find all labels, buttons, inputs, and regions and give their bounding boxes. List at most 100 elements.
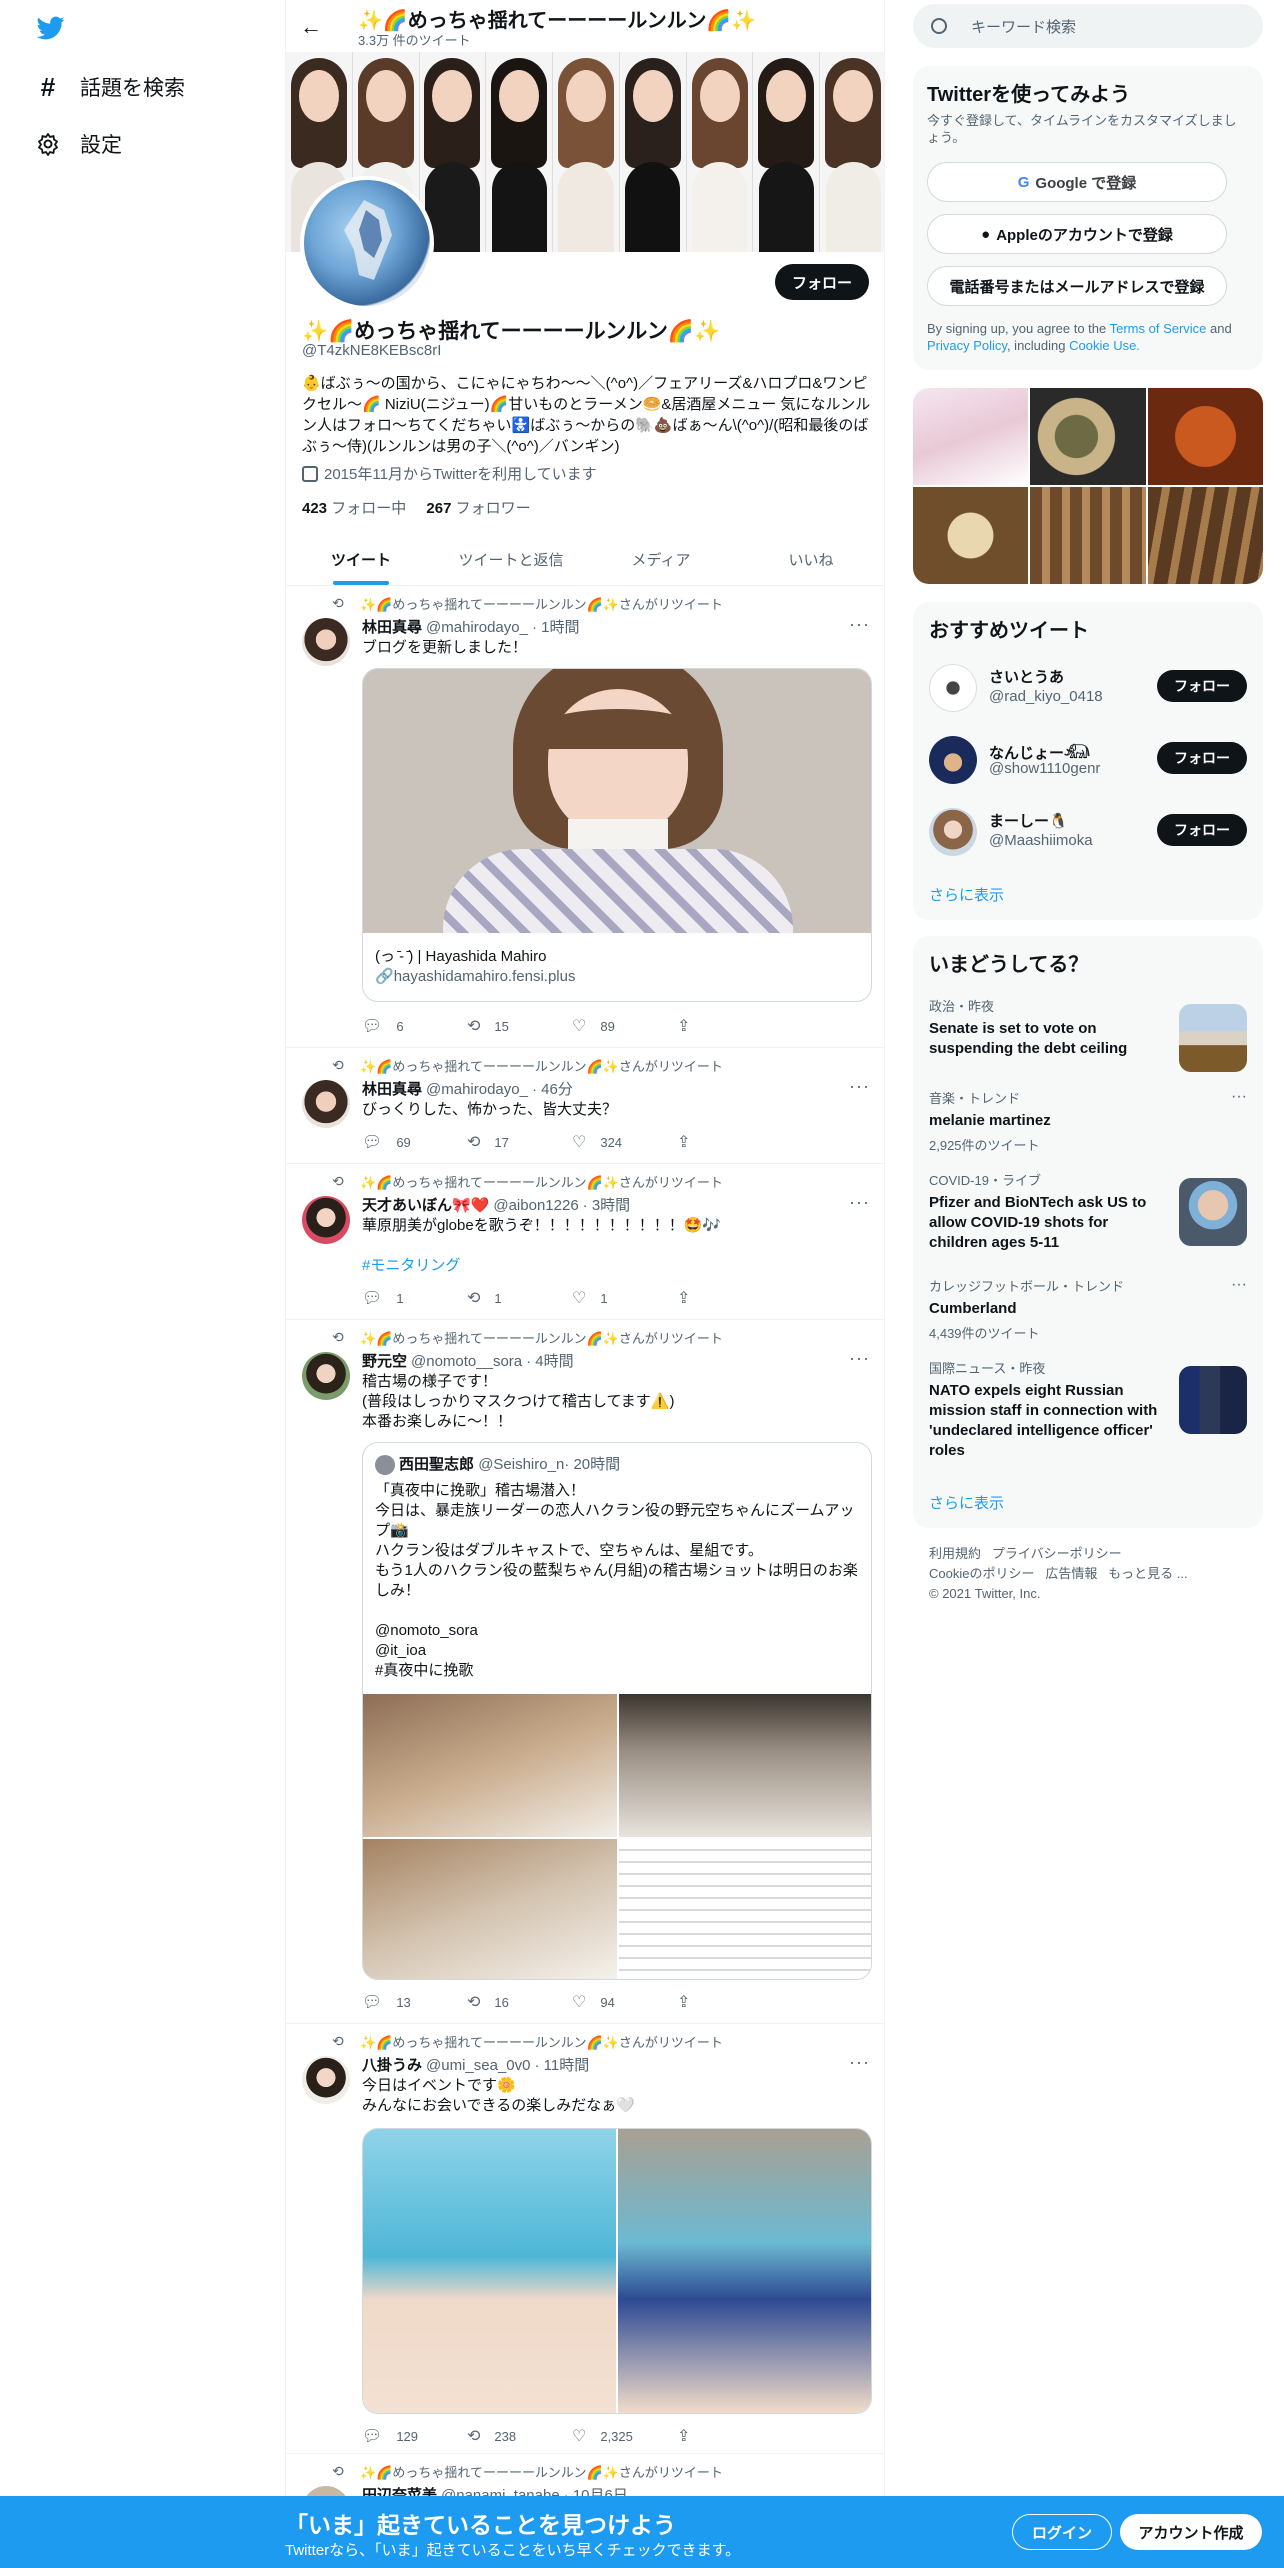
recommendation-row[interactable]: さいとうあ @rad_kiyo_0418 フォロー: [929, 660, 1247, 716]
footer-privacy-link[interactable]: プライバシーポリシー: [992, 1546, 1122, 1561]
recommendation-row[interactable]: なんじょー𓃰 @show1110genr フォロー: [929, 732, 1247, 788]
reply-button[interactable]: 💬︎ 1: [362, 1288, 467, 1308]
profile-avatar[interactable]: [300, 176, 434, 310]
following-count[interactable]: 423: [302, 500, 327, 517]
footer-more-link[interactable]: もっと見る ...: [1108, 1566, 1187, 1581]
author-handle[interactable]: @aibon1226: [493, 1197, 578, 1214]
more-icon[interactable]: ···: [849, 614, 870, 635]
tweet-time[interactable]: · 4時間: [526, 1353, 574, 1370]
like-button[interactable]: ♡ 2,325: [572, 2426, 677, 2446]
follow-button[interactable]: フォロー: [1157, 742, 1247, 774]
author-name[interactable]: 野元空: [362, 1353, 407, 1370]
quoted-tweet[interactable]: 西田聖志郎 @Seishiro_n· 20時間 「真夜中に挽歌」稽古場潜入！ 今…: [362, 1442, 872, 1980]
cookie-link[interactable]: Cookie Use.: [1069, 338, 1140, 353]
reply-button[interactable]: 💬︎ 129: [362, 2426, 467, 2446]
more-icon[interactable]: ···: [849, 1192, 870, 1213]
avatar[interactable]: [302, 1352, 350, 1400]
terms-link[interactable]: Terms of Service: [1110, 321, 1207, 336]
author-handle[interactable]: @mahirodayo_: [426, 1081, 528, 1098]
show-more-link[interactable]: さらに表示: [929, 884, 1004, 905]
retweet-button[interactable]: ⟲ 15: [467, 1016, 572, 1036]
like-button[interactable]: ♡ 89: [572, 1016, 677, 1036]
grid-photo-3[interactable]: [1147, 388, 1263, 485]
followers-label[interactable]: フォロワー: [456, 500, 531, 517]
like-button[interactable]: ♡ 1: [572, 1288, 677, 1308]
footer-terms-link[interactable]: 利用規約: [929, 1546, 981, 1561]
author-name[interactable]: 八掛うみ: [362, 2057, 422, 2074]
share-button[interactable]: ⇪: [677, 2426, 782, 2446]
follow-button[interactable]: フォロー: [1157, 814, 1247, 846]
author-handle[interactable]: @umi_sea_0v0: [426, 2057, 530, 2074]
more-icon[interactable]: ···: [849, 1348, 870, 1369]
like-button[interactable]: ♡ 94: [572, 1992, 677, 2012]
search-input[interactable]: キーワード検索: [913, 4, 1263, 48]
footer-cookie-link[interactable]: Cookieのポリシー: [929, 1566, 1034, 1581]
tweet-3[interactable]: ⟲ ✨🌈めっちゃ揺れてーーーールンルン🌈✨さんがリツイート 天才あいぼん🎀❤️ @a…: [286, 1164, 884, 1320]
retweet-button[interactable]: ⟲ 16: [467, 1992, 572, 2012]
back-arrow-icon[interactable]: ←: [300, 14, 322, 40]
tab-tweets-and-replies[interactable]: ツイートと返信: [436, 533, 586, 585]
grid-photo-1[interactable]: [913, 388, 1029, 485]
reply-button[interactable]: 💬︎ 13: [362, 1992, 467, 2012]
tweet-2[interactable]: ⟲ ✨🌈めっちゃ揺れてーーーールンルン🌈✨さんがリツイート 林田真尋 @mahiro…: [286, 1048, 884, 1164]
following-label[interactable]: フォロー中: [331, 500, 406, 517]
tweet-4[interactable]: ⟲ ✨🌈めっちゃ揺れてーーーールンルン🌈✨さんがリツイート 野元空 @nomoto_…: [286, 1320, 884, 2024]
tweet-photo-2[interactable]: [618, 2129, 871, 2413]
grid-photo-2[interactable]: [1030, 388, 1146, 485]
share-button[interactable]: ⇪: [677, 1132, 782, 1152]
grid-photo-6[interactable]: [1147, 487, 1263, 584]
avatar[interactable]: [302, 1196, 350, 1244]
google-signup-button[interactable]: G Google で登録: [927, 162, 1227, 202]
author-name[interactable]: 林田真尋: [362, 619, 422, 636]
trend-item[interactable]: 音楽・トレンド melanie martinez 2,925件のツイート ···: [929, 1088, 1247, 1154]
quoted-photo-4[interactable]: [619, 1838, 871, 1979]
apple-signup-button[interactable]: ● Appleのアカウントで登録: [927, 214, 1227, 254]
trend-item[interactable]: 政治・昨夜 Senate is set to vote on suspendin…: [929, 996, 1247, 1072]
tweet-photo-1[interactable]: [363, 2129, 616, 2413]
nav-settings[interactable]: 設定: [36, 124, 122, 164]
author-name[interactable]: 天才あいぼん🎀❤️: [362, 1197, 489, 1214]
trend-item[interactable]: COVID-19・ライブ Pfizer and BioNTech ask US …: [929, 1170, 1247, 1253]
author-name[interactable]: 林田真尋: [362, 1081, 422, 1098]
more-icon[interactable]: ···: [849, 2052, 870, 2073]
retweet-button[interactable]: ⟲ 1: [467, 1288, 572, 1308]
reply-button[interactable]: 💬︎ 69: [362, 1132, 467, 1152]
tweet-time[interactable]: · 1時間: [532, 619, 580, 636]
follow-button[interactable]: フォロー: [1157, 670, 1247, 702]
twitter-logo-icon[interactable]: [36, 14, 66, 42]
signup-button[interactable]: アカウント作成: [1120, 2514, 1262, 2550]
tweet-time[interactable]: · 3時間: [583, 1197, 631, 1214]
follow-button[interactable]: フォロー: [775, 264, 869, 300]
privacy-link[interactable]: Privacy Policy: [927, 338, 1007, 353]
quoted-photo-3[interactable]: [363, 1838, 617, 1979]
avatar[interactable]: [302, 618, 350, 666]
followers-count[interactable]: 267: [426, 500, 451, 517]
phone-email-signup-button[interactable]: 電話番号またはメールアドレスで登録: [927, 266, 1227, 306]
more-icon[interactable]: ···: [1231, 1088, 1247, 1106]
tweet-time[interactable]: · 11時間: [534, 2057, 589, 2074]
retweet-button[interactable]: ⟲ 17: [467, 1132, 572, 1152]
grid-photo-4[interactable]: [913, 487, 1029, 584]
tweet-time[interactable]: · 46分: [532, 1081, 573, 1098]
reply-button[interactable]: 💬︎ 6: [362, 1016, 467, 1036]
author-handle[interactable]: @nomoto__sora: [411, 1353, 522, 1370]
like-button[interactable]: ♡ 324: [572, 1132, 677, 1152]
more-icon[interactable]: ···: [1231, 1276, 1247, 1294]
avatar[interactable]: [302, 2056, 350, 2104]
more-icon[interactable]: ···: [849, 1076, 870, 1097]
share-button[interactable]: ⇪: [677, 1992, 782, 2012]
hashtag-link[interactable]: #モニタリング: [362, 1256, 872, 1276]
tab-tweets[interactable]: ツイート: [286, 533, 436, 585]
recommendation-row[interactable]: まーしー🐧 @Maashiimoka フォロー: [929, 804, 1247, 860]
nav-explore[interactable]: # 話題を検索: [36, 67, 185, 107]
tweet-5[interactable]: ⟲ ✨🌈めっちゃ揺れてーーーールンルン🌈✨さんがリツイート 八掛うみ @umi_se…: [286, 2024, 884, 2454]
login-button[interactable]: ログイン: [1012, 2514, 1112, 2550]
retweet-button[interactable]: ⟲ 238: [467, 2426, 572, 2446]
footer-ads-link[interactable]: 広告情報: [1045, 1566, 1097, 1581]
share-button[interactable]: ⇪: [677, 1016, 782, 1036]
tab-likes[interactable]: いいね: [736, 533, 884, 585]
avatar[interactable]: [302, 1080, 350, 1128]
trends-show-more-link[interactable]: さらに表示: [929, 1492, 1004, 1513]
grid-photo-5[interactable]: [1030, 487, 1146, 584]
link-card[interactable]: (っ ̄- ̄) | Hayashida Mahiro 🔗hayashidama…: [362, 668, 872, 1002]
